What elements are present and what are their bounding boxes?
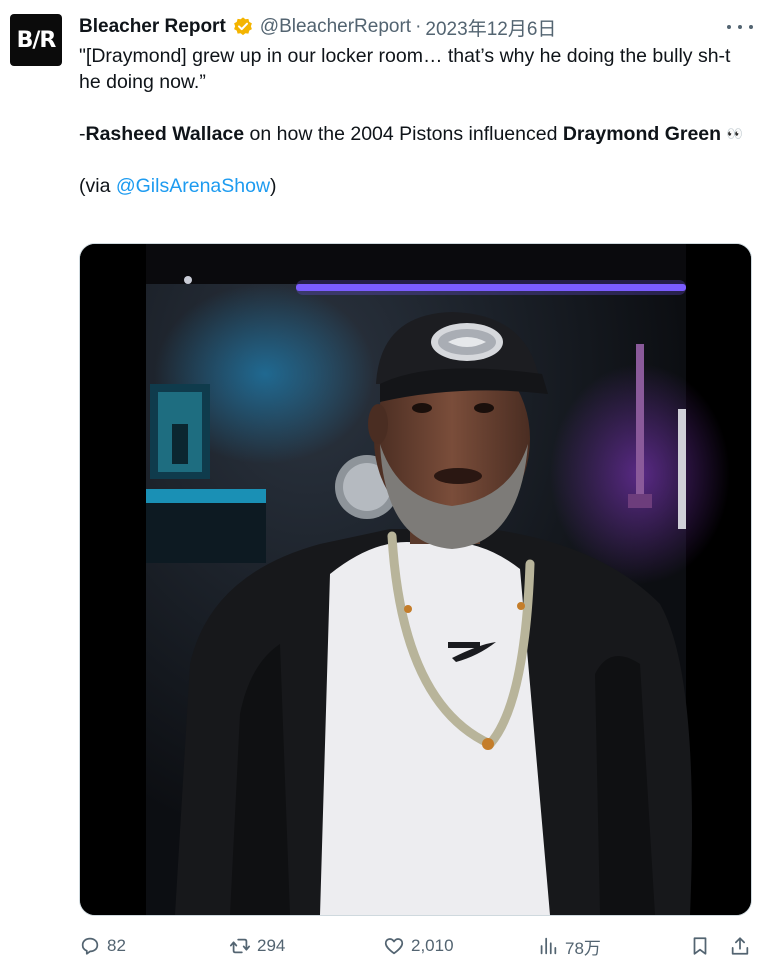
- display-name[interactable]: Bleacher Report: [79, 16, 226, 38]
- tweet-quote: "[Draymond] grew up in our locker room… …: [79, 45, 731, 93]
- share-icon: [731, 937, 749, 955]
- attribution-name: Rasheed Wallace: [85, 123, 245, 145]
- share-button[interactable]: [729, 930, 751, 962]
- tweet-attribution: -Rasheed Wallace on how the 2004 Pistons…: [79, 121, 751, 147]
- verified-badge-icon: [233, 17, 252, 36]
- bookmark-button[interactable]: [689, 930, 711, 962]
- header-separator: ·: [415, 16, 422, 37]
- like-button[interactable]: 2,010: [383, 930, 454, 962]
- tweet-via: (via @GilsArenaShow): [79, 173, 751, 199]
- reply-icon: [81, 937, 99, 955]
- views-button[interactable]: 78万: [537, 930, 601, 962]
- eyes-emoji-icon: 👀: [726, 126, 744, 141]
- reply-count: 82: [107, 936, 126, 955]
- attribution-text: on how the 2004 Pistons influenced: [244, 123, 563, 145]
- via-prefix: (via: [79, 175, 116, 197]
- video-player[interactable]: [79, 243, 752, 916]
- views-count: 78万: [565, 938, 601, 958]
- avatar[interactable]: B/R: [10, 14, 62, 66]
- heart-icon: [384, 938, 404, 955]
- user-handle[interactable]: @BleacherReport: [260, 16, 411, 38]
- tweet-text: "[Draymond] grew up in our locker room… …: [79, 43, 751, 199]
- video-frame: [80, 244, 751, 915]
- avatar-logo-text: B/R: [16, 27, 57, 53]
- bookmark-icon: [693, 937, 707, 955]
- via-suffix: ): [270, 175, 277, 197]
- retweet-button[interactable]: 294: [229, 930, 285, 962]
- via-mention-link[interactable]: @GilsArenaShow: [116, 175, 270, 197]
- reply-button[interactable]: 82: [79, 930, 126, 962]
- attribution-subject: Draymond Green: [562, 123, 722, 145]
- retweet-icon: [229, 938, 251, 954]
- tweet: B/R Bleacher Report @BleacherReport · 20…: [0, 0, 775, 975]
- tweet-header: Bleacher Report @BleacherReport · 2023年1…: [79, 14, 556, 40]
- action-bar: 82 294 2,010 78万: [79, 930, 751, 962]
- retweet-count: 294: [257, 936, 286, 955]
- like-count: 2,010: [411, 936, 454, 955]
- more-options-icon[interactable]: [727, 16, 753, 38]
- views-icon: [540, 937, 557, 955]
- tweet-date[interactable]: 2023年12月6日: [425, 14, 556, 41]
